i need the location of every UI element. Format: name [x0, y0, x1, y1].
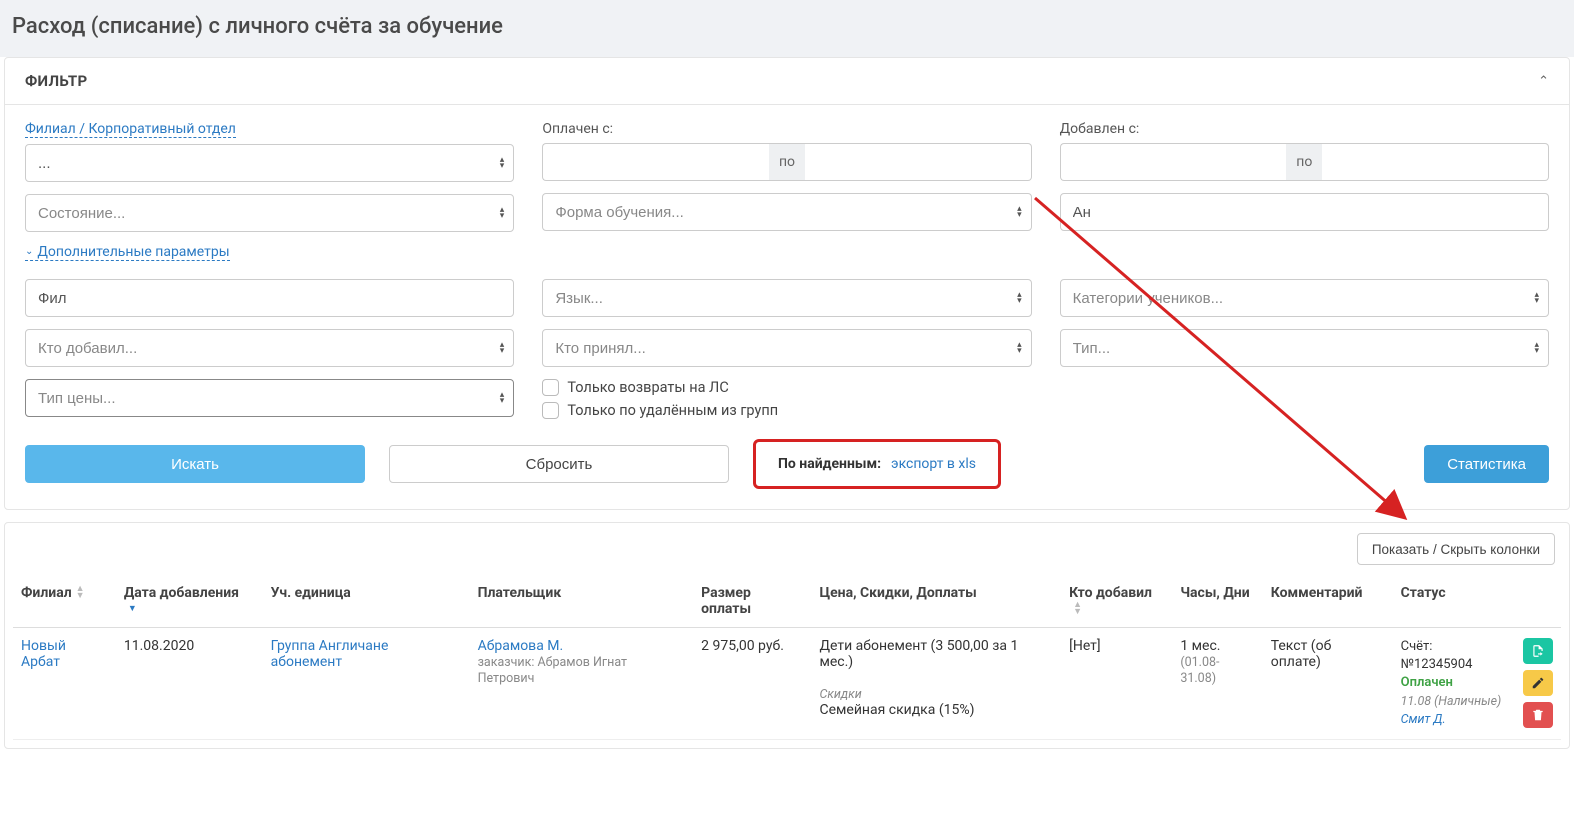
deleted-checkbox[interactable]	[542, 402, 559, 419]
th-unit[interactable]: Уч. единица	[263, 575, 470, 628]
results-table: Филиал▲▼ Дата добавления ▼ Уч. единица П…	[13, 575, 1561, 740]
table-row: Новый Арбат 11.08.2020 Группа Англичане …	[13, 628, 1561, 740]
discount-label: Скидки	[819, 687, 861, 702]
added-to-input[interactable]	[1322, 143, 1549, 181]
added-from-label: Добавлен с:	[1060, 121, 1549, 137]
price-main: Дети абонемент (3 500,00 за 1 мес.)	[819, 638, 1018, 670]
discount-value: Семейная скидка (15%)	[819, 702, 974, 718]
paid-from-input[interactable]	[542, 143, 769, 181]
edu-form-select[interactable]	[542, 193, 1031, 231]
language-select[interactable]	[542, 279, 1031, 317]
returns-checkbox[interactable]	[542, 379, 559, 396]
paid-date-range: по	[542, 143, 1031, 181]
filter-panel-header: ФИЛЬТР ⌃	[5, 58, 1569, 105]
results-panel: Показать / Скрыть колонки Филиал▲▼ Дата …	[4, 522, 1570, 749]
branch-label-link[interactable]: Филиал / Корпоративный отдел	[25, 121, 236, 138]
search-an-input[interactable]	[1060, 193, 1549, 231]
who-accepted-select[interactable]	[542, 329, 1031, 367]
cell-comment: Текст (об оплате)	[1263, 628, 1393, 740]
filter-heading: ФИЛЬТР	[25, 72, 87, 90]
added-date-range: по	[1060, 143, 1549, 181]
th-amount[interactable]: Размер оплаты	[693, 575, 811, 628]
payer-sub: заказчик: Абрамов Игнат Петрович	[478, 655, 627, 686]
branch-select[interactable]	[25, 144, 514, 182]
edit-row-button[interactable]	[1523, 670, 1553, 696]
branch-link[interactable]: Новый Арбат	[21, 638, 66, 670]
who-added-select[interactable]	[25, 329, 514, 367]
paid-from-label: Оплачен с:	[542, 121, 1031, 137]
file-export-icon	[1531, 644, 1545, 658]
hours-main: 1 мес.	[1180, 638, 1220, 654]
th-payer[interactable]: Плательщик	[470, 575, 694, 628]
th-price[interactable]: Цена, Скидки, Доплаты	[811, 575, 1061, 628]
th-branch[interactable]: Филиал▲▼	[13, 575, 116, 628]
returns-checkbox-row[interactable]: Только возвраты на ЛС	[542, 379, 1031, 396]
paid-to-input[interactable]	[805, 143, 1032, 181]
pencil-icon	[1531, 676, 1545, 690]
price-type-select[interactable]	[25, 379, 514, 417]
state-select[interactable]	[25, 194, 514, 232]
cell-date: 11.08.2020	[116, 628, 263, 740]
status-paid: Оплачен	[1401, 675, 1453, 690]
status-account: Счёт: №12345904	[1401, 639, 1473, 672]
date-separator: по	[1286, 143, 1322, 181]
export-row-button[interactable]	[1523, 638, 1553, 664]
th-who-added[interactable]: Кто добавил▲▼	[1061, 575, 1172, 628]
payer-link[interactable]: Абрамова М.	[478, 638, 564, 654]
page-title: Расход (списание) с личного счёта за обу…	[12, 14, 1562, 39]
categories-select[interactable]	[1060, 279, 1549, 317]
cell-who-added: [Нет]	[1061, 628, 1172, 740]
extra-params-toggle[interactable]: Дополнительные параметры	[25, 244, 230, 261]
unit-link[interactable]: Группа Англичане абонемент	[271, 638, 389, 670]
cell-amount: 2 975,00 руб.	[693, 628, 811, 740]
export-xls-link[interactable]: экспорт в xls	[891, 456, 976, 472]
export-label: По найденным:	[778, 456, 881, 472]
status-person-link[interactable]: Смит Д.	[1401, 712, 1446, 727]
type-select[interactable]	[1060, 329, 1549, 367]
page-header: Расход (списание) с личного счёта за обу…	[0, 0, 1574, 57]
search-button[interactable]: Искать	[25, 445, 365, 483]
deleted-checkbox-row[interactable]: Только по удалённым из групп	[542, 402, 1031, 419]
trash-icon	[1531, 708, 1545, 722]
collapse-icon[interactable]: ⌃	[1538, 74, 1549, 89]
statistics-button[interactable]: Статистика	[1424, 445, 1549, 483]
filter-panel: ФИЛЬТР ⌃ Филиал / Корпоративный отдел До…	[4, 57, 1570, 510]
delete-row-button[interactable]	[1523, 702, 1553, 728]
hours-sub: (01.08-31.08)	[1180, 655, 1219, 686]
th-status[interactable]: Статус	[1393, 575, 1515, 628]
th-hours[interactable]: Часы, Дни	[1172, 575, 1262, 628]
date-separator: по	[769, 143, 805, 181]
reset-button[interactable]: Сбросить	[389, 445, 729, 483]
th-date-added[interactable]: Дата добавления ▼	[116, 575, 263, 628]
added-from-input[interactable]	[1060, 143, 1287, 181]
toggle-columns-button[interactable]: Показать / Скрыть колонки	[1357, 533, 1555, 565]
status-date: 11.08 (Наличные)	[1401, 694, 1502, 709]
th-comment[interactable]: Комментарий	[1263, 575, 1393, 628]
export-highlight-box: По найденным: экспорт в xls	[753, 439, 1001, 489]
fil-input[interactable]	[25, 279, 514, 317]
